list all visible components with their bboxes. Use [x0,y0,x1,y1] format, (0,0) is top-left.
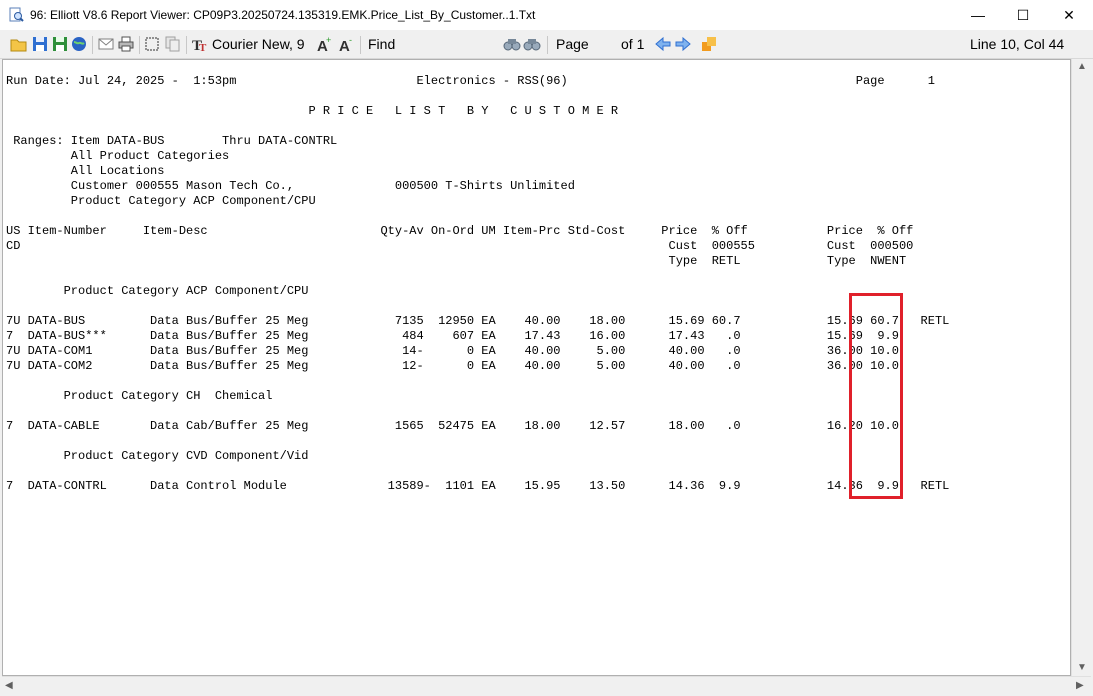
report-line: Product Category CVD Component/Vid [6,449,309,463]
report-line: 7 DATA-CABLE Data Cab/Buffer 25 Meg 1565… [6,419,899,433]
font-icon[interactable]: TT [191,34,209,54]
report-line: Customer 000555 Mason Tech Co., 000500 T… [6,179,575,193]
horizontal-scrollbar[interactable]: ◀ ▶ [2,676,1091,695]
export-icon[interactable] [700,34,718,54]
report-viewer-icon [9,7,24,22]
title-bar: 96: Elliott V8.6 Report Viewer: CP09P3.2… [0,0,1093,30]
toolbar: TT Courier New, 9 A+ A- Find Page of 1 L… [0,30,1093,82]
report-text: Run Date: Jul 24, 2025 - 1:53pm Electron… [6,74,949,494]
select-all-icon[interactable] [144,34,160,54]
scroll-right-icon[interactable]: ▶ [1076,680,1084,691]
minimize-button[interactable]: — [955,0,1001,30]
report-line: Product Category ACP Component/CPU [6,284,309,298]
toolbar-separator [92,36,93,54]
font-name-label[interactable]: Courier New, 9 [212,36,305,52]
open-folder-icon[interactable] [10,34,28,54]
maximize-button[interactable]: ☐ [1000,0,1046,30]
toolbar-separator [186,36,187,54]
scroll-left-icon[interactable]: ◀ [5,680,13,691]
svg-text:T: T [199,42,207,54]
save-as-icon[interactable] [51,34,69,54]
scroll-up-icon[interactable]: ▲ [1077,61,1087,72]
report-line: All Product Categories [6,149,230,163]
report-line: 7 DATA-CONTRL Data Control Module 13589-… [6,479,950,493]
svg-text:-: - [349,35,352,45]
report-line: 7 DATA-BUS*** Data Bus/Buffer 25 Meg 484… [6,329,899,343]
report-viewer-pane[interactable]: Run Date: Jul 24, 2025 - 1:53pm Electron… [2,59,1071,676]
page-label: Page [556,36,589,52]
find-next-icon[interactable] [523,34,541,54]
print-icon[interactable] [117,34,135,54]
close-button[interactable]: ✕ [1046,0,1092,30]
report-line: 7U DATA-COM1 Data Bus/Buffer 25 Meg 14- … [6,344,899,358]
cursor-position-status: Line 10, Col 44 [970,36,1065,52]
highlight-annotation-box [849,293,903,499]
report-line: 7U DATA-BUS Data Bus/Buffer 25 Meg 7135 … [6,314,950,328]
report-line: Type RETL Type NWENT [6,254,907,268]
report-line: Ranges: Item DATA-BUS Thru DATA-CONTRL [6,134,338,148]
svg-text:+: + [326,35,331,45]
increase-font-icon[interactable]: A+ [316,34,334,54]
copy-icon[interactable] [164,34,182,54]
toolbar-separator [139,36,140,54]
report-line: CD Cust 000555 Cust 000500 [6,239,914,253]
window-title: 96: Elliott V8.6 Report Viewer: CP09P3.2… [30,8,536,22]
report-line: P R I C E L I S T B Y C U S T O M E R [6,104,619,118]
find-previous-icon[interactable] [503,34,521,54]
next-page-arrow-icon[interactable] [674,34,692,54]
report-line: Product Category ACP Component/CPU [6,194,316,208]
previous-page-arrow-icon[interactable] [654,34,672,54]
scroll-down-icon[interactable]: ▼ [1077,662,1087,673]
decrease-font-icon[interactable]: A- [338,34,356,54]
find-label: Find [368,36,396,52]
report-line: Run Date: Jul 24, 2025 - 1:53pm Electron… [6,74,935,88]
globe-icon[interactable] [70,34,88,54]
email-icon[interactable] [97,34,115,54]
page-count-label: of 1 [621,36,645,52]
report-line: Product Category CH Chemical [6,389,273,403]
toolbar-separator [547,36,548,54]
report-line: US Item-Number Item-Desc Qty-Av On-Ord U… [6,224,914,238]
toolbar-separator [360,36,361,54]
report-line: 7U DATA-COM2 Data Bus/Buffer 25 Meg 12- … [6,359,899,373]
vertical-scrollbar[interactable]: ▲ ▼ [1071,59,1092,676]
save-icon[interactable] [31,34,49,54]
report-line: All Locations [6,164,165,178]
